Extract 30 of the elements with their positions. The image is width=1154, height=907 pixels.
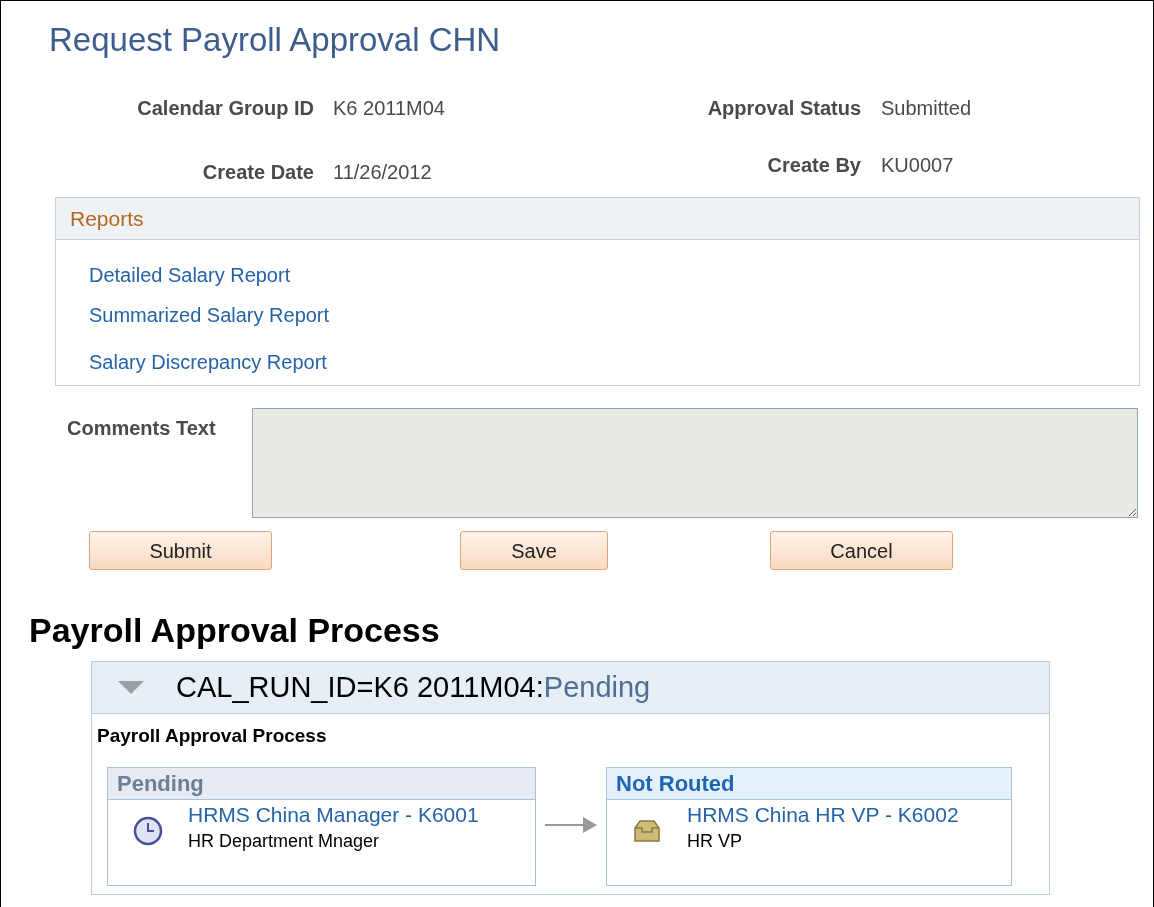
section-heading: Payroll Approval Process (29, 610, 440, 651)
field-value: 11/26/2012 (333, 160, 432, 185)
field-label: Approval Status (707, 96, 861, 121)
field-value: Submitted (881, 96, 972, 121)
page-title: Request Payroll Approval CHN (49, 20, 501, 60)
report-link[interactable]: Salary Discrepancy Report (89, 347, 327, 377)
approver-role: HR Department Mnager (188, 829, 380, 853)
process-subheading: Payroll Approval Process (97, 724, 327, 748)
comments-label: Comments Text (67, 416, 216, 441)
field-label: Calendar Group ID (137, 96, 314, 121)
approver-link[interactable]: HRMS China HR VP - K6002 (687, 801, 959, 828)
approver-link[interactable]: HRMS China Manager - K6001 (188, 801, 479, 828)
comments-field[interactable] (252, 408, 1138, 518)
collapse-triangle-icon[interactable] (118, 680, 144, 695)
report-link[interactable]: Summarized Salary Report (89, 300, 330, 330)
action-button[interactable]: Cancel (770, 531, 953, 570)
approver-role: HR VP (687, 829, 742, 853)
flow-arrow (545, 815, 597, 834)
clock-icon (133, 815, 163, 846)
field-value: KU0007 (881, 153, 954, 178)
field-label: Create By (767, 153, 861, 178)
field-label: Create Date (202, 160, 314, 185)
run-title: CAL_RUN_ID=K6 2011M04:Pending (176, 669, 651, 705)
action-button[interactable]: Save (460, 531, 608, 570)
action-button[interactable]: Submit (89, 531, 272, 570)
reports-title: Reports (70, 205, 144, 232)
step-status: Not Routed (607, 767, 1011, 800)
report-link[interactable]: Detailed Salary Report (89, 260, 291, 290)
field-value: K6 2011M04 (333, 96, 445, 121)
step-status: Pending (108, 767, 535, 800)
